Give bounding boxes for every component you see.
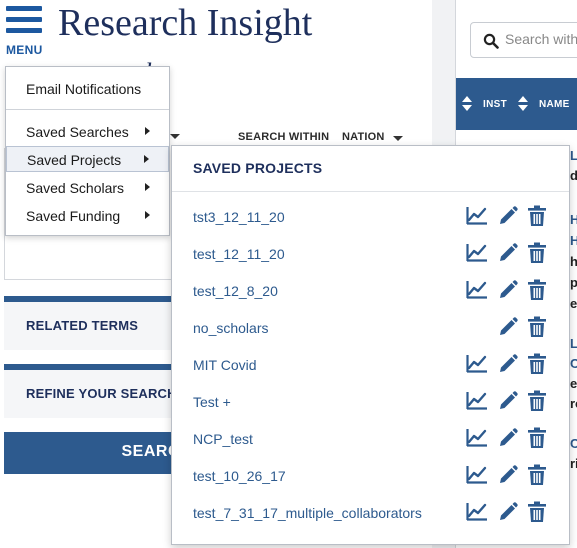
menu-item-email-notifications[interactable]: Email Notifications (6, 76, 169, 102)
menu-item-saved-projects[interactable]: Saved Projects (6, 146, 169, 172)
sort-icon[interactable] (462, 96, 472, 112)
chart-icon[interactable] (466, 279, 488, 301)
chevron-right-icon (145, 127, 150, 135)
related-terms-title[interactable]: RELATED TERMS (4, 302, 184, 333)
trash-icon[interactable] (527, 205, 549, 227)
row-text-fragment: e (570, 296, 577, 311)
pencil-icon[interactable] (497, 353, 519, 375)
chart-icon[interactable] (466, 205, 488, 227)
menu-divider (6, 109, 169, 110)
chart-icon[interactable] (466, 242, 488, 264)
row-text-fragment[interactable]: L (570, 148, 577, 163)
menu-item-saved-searches[interactable]: Saved Searches (6, 119, 169, 145)
saved-project-row[interactable]: NCP_test (172, 427, 569, 468)
chart-icon[interactable] (466, 501, 488, 523)
saved-project-link[interactable]: test_12_11_20 (193, 246, 285, 262)
row-text-fragment[interactable]: C (570, 436, 577, 451)
menu-label[interactable]: MENU (6, 43, 43, 57)
row-text-fragment: d (570, 168, 577, 183)
saved-projects-title: SAVED PROJECTS (172, 146, 569, 192)
app-page: MENU Research Insight esults SEARCH WITH… (0, 0, 577, 548)
saved-project-link[interactable]: Test + (193, 394, 231, 410)
trash-icon[interactable] (527, 390, 549, 412)
saved-project-link[interactable]: test_12_8_20 (193, 283, 278, 299)
row-text-fragment[interactable]: HA (570, 212, 577, 227)
sort-icon[interactable] (518, 96, 528, 112)
menu-item-label: Saved Funding (26, 208, 121, 224)
chevron-right-icon (144, 155, 149, 163)
saved-project-row[interactable]: tst3_12_11_20 (172, 205, 569, 246)
pencil-icon[interactable] (497, 242, 519, 264)
chevron-right-icon (145, 211, 150, 219)
saved-project-link[interactable]: no_scholars (193, 320, 269, 336)
saved-projects-flyout: SAVED PROJECTS tst3_12_11_20 test_12_11_2… (171, 145, 570, 545)
row-text-fragment: ec (570, 376, 577, 391)
pencil-icon[interactable] (497, 464, 519, 486)
saved-project-row[interactable]: test_12_8_20 (172, 279, 569, 320)
menu-item-saved-scholars[interactable]: Saved Scholars (6, 175, 169, 201)
row-text-fragment[interactable]: Cl (570, 356, 577, 371)
chart-icon[interactable] (466, 353, 488, 375)
menu-item-label: Email Notifications (26, 81, 142, 97)
search-button[interactable]: SEARC (4, 432, 184, 474)
search-icon (483, 33, 499, 49)
column-header-inst[interactable]: INST (483, 99, 507, 110)
pencil-icon[interactable] (497, 279, 519, 301)
pencil-icon[interactable] (497, 390, 519, 412)
row-text-fragment[interactable]: H (570, 233, 577, 248)
search-box[interactable] (470, 22, 577, 58)
trash-icon[interactable] (527, 316, 549, 338)
related-terms-panel[interactable]: RELATED TERMS (4, 296, 184, 350)
saved-project-row[interactable]: MIT Covid (172, 353, 569, 394)
saved-project-link[interactable]: NCP_test (193, 431, 253, 447)
trash-icon[interactable] (527, 279, 549, 301)
chart-icon[interactable] (466, 390, 488, 412)
chart-icon[interactable] (466, 464, 488, 486)
search-input[interactable] (505, 31, 577, 47)
table-header: INST NAME (456, 78, 577, 130)
pencil-icon[interactable] (497, 501, 519, 523)
saved-project-link[interactable]: tst3_12_11_20 (193, 209, 285, 225)
nation-caret-icon[interactable] (393, 136, 403, 141)
saved-project-link[interactable]: MIT Covid (193, 357, 257, 373)
saved-project-link[interactable]: test_10_26_17 (193, 468, 286, 484)
saved-project-link[interactable]: test_7_31_17_multiple_collaborators (193, 505, 422, 521)
row-text-fragment: ri (570, 456, 577, 471)
menu-item-label: Saved Projects (27, 152, 122, 168)
row-text-fragment: h (570, 254, 577, 269)
pencil-icon[interactable] (497, 316, 519, 338)
site-logo[interactable]: Research Insight (58, 1, 312, 45)
saved-project-row[interactable]: test_7_31_17_multiple_collaborators (172, 501, 569, 542)
trash-icon[interactable] (527, 353, 549, 375)
nation-filter[interactable]: NATION (342, 131, 385, 143)
trash-icon[interactable] (527, 501, 549, 523)
trash-icon[interactable] (527, 242, 549, 264)
saved-project-row[interactable]: test_12_11_20 (172, 242, 569, 283)
search-within-label[interactable]: SEARCH WITHIN (238, 131, 329, 143)
menu-item-saved-funding[interactable]: Saved Funding (6, 203, 169, 229)
refine-search-panel[interactable]: REFINE YOUR SEARCH (4, 364, 184, 418)
pencil-icon[interactable] (497, 427, 519, 449)
trash-icon[interactable] (527, 464, 549, 486)
chevron-right-icon (145, 183, 150, 191)
row-text-fragment: ro (570, 396, 577, 411)
trash-icon[interactable] (527, 427, 549, 449)
row-text-fragment[interactable]: LA (570, 336, 577, 351)
filter-caret-icon[interactable] (170, 134, 180, 139)
saved-project-row[interactable]: no_scholars (172, 316, 569, 357)
menu-item-label: Saved Scholars (26, 180, 125, 196)
chart-icon[interactable] (466, 427, 488, 449)
saved-project-row[interactable]: test_10_26_17 (172, 464, 569, 505)
hamburger-menu-icon[interactable] (6, 6, 42, 38)
saved-project-row[interactable]: Test + (172, 390, 569, 431)
refine-search-title[interactable]: REFINE YOUR SEARCH (4, 370, 184, 401)
row-text-fragment: p (570, 275, 577, 290)
column-header-name[interactable]: NAME (539, 99, 570, 110)
menu-item-label: Saved Searches (26, 124, 129, 140)
pencil-icon[interactable] (497, 205, 519, 227)
main-menu-dropdown: Email Notifications Saved Searches Saved… (5, 66, 170, 236)
